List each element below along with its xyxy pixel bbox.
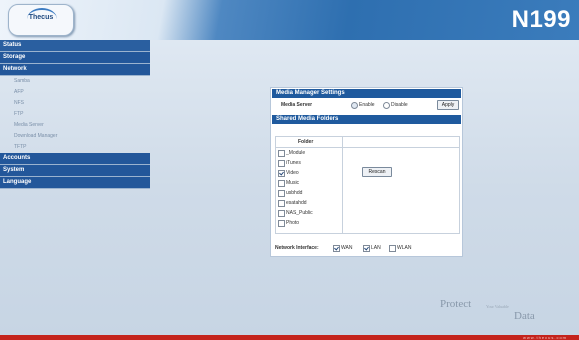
folder-row: Music (276, 179, 342, 188)
sidebar-item-tftp[interactable]: TFTP (0, 142, 150, 153)
sidebar-item-ftp[interactable]: FTP (0, 109, 150, 120)
sidebar-item-samba[interactable]: Samba (0, 76, 150, 87)
apply-button[interactable]: Apply (437, 100, 459, 110)
wlan-label: WLAN (397, 245, 412, 251)
folder-row: Photo (276, 219, 342, 228)
sidebar-nav: Status Storage Network Samba AFP NFS FTP… (0, 40, 150, 189)
folder-row: usbhdd (276, 189, 342, 198)
folder-name: NAS_Public (286, 210, 313, 216)
enable-label: Enable (359, 102, 375, 108)
folder-row: iTunes (276, 159, 342, 168)
folder-checkbox[interactable] (278, 170, 285, 177)
network-interface-label: Network Interface: (275, 245, 319, 251)
folder-row: Video (276, 169, 342, 178)
sidebar-category-network[interactable]: Network (0, 64, 150, 76)
folder-checkbox[interactable] (278, 200, 285, 207)
slogan-protect: Protect (440, 298, 472, 310)
lan-checkbox[interactable] (363, 245, 370, 252)
wan-label: WAN (341, 245, 353, 251)
folder-checkbox[interactable] (278, 220, 285, 227)
folder-name: Video (286, 170, 299, 176)
sidebar-category-status[interactable]: Status (0, 40, 150, 52)
rescan-button[interactable]: Rescan (362, 167, 392, 177)
model-name: N199 (511, 6, 571, 33)
disable-label: Disable (391, 102, 408, 108)
enable-radio[interactable] (351, 102, 358, 109)
folder-checkbox[interactable] (278, 180, 285, 187)
table-divider (342, 137, 343, 233)
shared-folders-title: Shared Media Folders (272, 115, 461, 124)
folder-name: Music (286, 180, 300, 186)
wlan-checkbox[interactable] (389, 245, 396, 252)
sidebar-category-storage[interactable]: Storage (0, 52, 150, 64)
folder-header: Folder (298, 139, 314, 145)
footer-bar (0, 335, 579, 340)
folder-row: NAS_Public (276, 209, 342, 218)
footer-url[interactable]: www.thecus.com (523, 335, 567, 340)
table-header-line (276, 147, 459, 148)
disable-radio[interactable] (383, 102, 390, 109)
logo[interactable]: Thecus (8, 4, 74, 36)
sidebar-item-afp[interactable]: AFP (0, 87, 150, 98)
folder-checkbox[interactable] (278, 190, 285, 197)
folder-name: iTunes (286, 160, 301, 166)
shared-folders-table: Folder _Module iTunes Video Music usbhdd… (275, 136, 460, 234)
sidebar-item-nfs[interactable]: NFS (0, 98, 150, 109)
folder-name: usbhdd (286, 190, 303, 196)
media-manager-title: Media Manager Settings (272, 89, 461, 98)
folder-row: _Module (276, 149, 342, 158)
slogan-your-valuable: Your Valuable (486, 304, 509, 309)
sidebar-category-language[interactable]: Language (0, 177, 150, 189)
folder-checkbox[interactable] (278, 210, 285, 217)
header-banner: Thecus N199 (0, 0, 579, 40)
sidebar-item-media-server[interactable]: Media Server (0, 120, 150, 131)
protect-your-data-slogan: Protect Your Valuable Data (440, 298, 560, 328)
sidebar-category-accounts[interactable]: Accounts (0, 153, 150, 165)
logo-text: Thecus (28, 14, 54, 21)
media-server-label: Media Server (281, 102, 313, 108)
folder-name: _Module (286, 150, 306, 156)
lan-label: LAN (371, 245, 381, 251)
wan-checkbox[interactable] (333, 245, 340, 252)
sidebar-category-system[interactable]: System (0, 165, 150, 177)
folder-name: esatahdd (286, 200, 307, 206)
folder-checkbox[interactable] (278, 160, 285, 167)
sidebar-item-download-manager[interactable]: Download Manager (0, 131, 150, 142)
folder-name: Photo (286, 220, 300, 226)
folder-row: esatahdd (276, 199, 342, 208)
folder-checkbox[interactable] (278, 150, 285, 157)
slogan-data: Data (514, 310, 535, 322)
media-manager-panel: Media Manager Settings Media Server Enab… (270, 87, 463, 257)
